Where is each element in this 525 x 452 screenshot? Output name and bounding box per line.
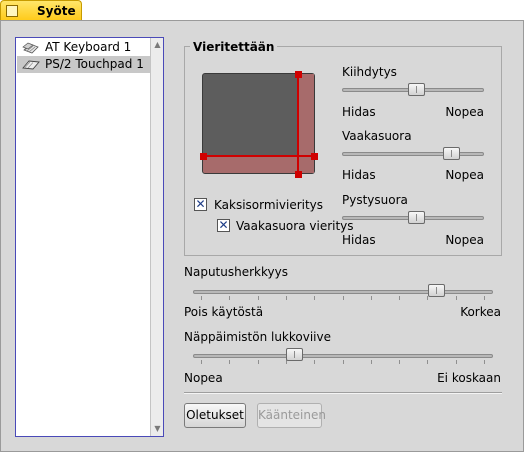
slider-thumb[interactable] [286, 348, 303, 361]
horizontal-speed-max-label: Nopea [445, 168, 484, 182]
acceleration-label: Kiihdytys [342, 65, 397, 79]
device-list-scrollbar[interactable]: ▲ ▼ [150, 38, 163, 436]
slider-thumb[interactable] [428, 284, 445, 297]
slider-tick [201, 296, 202, 300]
slider-tick [229, 296, 230, 300]
separator [184, 392, 502, 394]
reverse-button[interactable]: Käänteinen [257, 403, 326, 428]
slider-tick [484, 296, 485, 300]
edge-handle-right[interactable] [311, 153, 318, 160]
acceleration-slider[interactable] [342, 82, 484, 98]
slider-tick [343, 360, 344, 364]
defaults-button[interactable]: Oletukset [184, 403, 246, 428]
slider-tick [399, 360, 400, 364]
slider-thumb[interactable] [408, 211, 425, 224]
window-menu-icon[interactable] [6, 5, 18, 17]
device-item-touchpad[interactable]: PS/2 Touchpad 1 [17, 56, 151, 73]
horizontal-speed-min-label: Hidas [342, 168, 376, 182]
edge-handle-bottom[interactable] [295, 171, 302, 178]
slider-tick [427, 360, 428, 364]
vertical-speed-label: Pystysuora [342, 193, 408, 207]
horizontal-speed-label: Vaakasuora [342, 129, 412, 143]
slider-thumb[interactable] [443, 147, 460, 160]
slider-tick [201, 360, 202, 364]
vertical-speed-max-label: Nopea [445, 233, 484, 247]
slider-tick [314, 296, 315, 300]
horizontal-scroll-label: Vaakasuora vieritys [236, 219, 354, 233]
slider-tick [286, 296, 287, 300]
edge-handle-left[interactable] [200, 153, 207, 160]
keyboard-icon [22, 42, 39, 54]
slider-tick [371, 296, 372, 300]
device-list[interactable]: AT Keyboard 1 PS/2 Touchpad 1 [15, 37, 164, 437]
acceleration-max-label: Nopea [445, 105, 484, 119]
horizontal-scroll-edge-line [204, 155, 315, 157]
slider-groove [342, 152, 484, 156]
slider-tick [399, 296, 400, 300]
touchpad-icon [22, 60, 40, 70]
slider-thumb[interactable] [408, 83, 425, 96]
keyboard-lockout-label: Näppäimistön lukkoviive [184, 330, 331, 344]
window-title-tab[interactable]: Syöte [0, 0, 82, 20]
slider-groove [193, 290, 493, 294]
check-icon: ✕ [218, 218, 229, 232]
scrolling-group-title: Vieritettään [190, 40, 278, 54]
keyboard-lockout-max-label: Ei koskaan [437, 371, 501, 385]
edge-handle-top[interactable] [295, 71, 302, 78]
vertical-speed-slider[interactable] [342, 210, 484, 226]
slider-tick [343, 296, 344, 300]
scroll-down-icon[interactable]: ▼ [153, 424, 162, 433]
slider-tick [229, 360, 230, 364]
slider-tick [258, 296, 259, 300]
keyboard-lockout-min-label: Nopea [184, 371, 223, 385]
tap-sensitivity-max-label: Korkea [460, 305, 501, 319]
scroll-up-icon[interactable]: ▲ [153, 40, 162, 49]
slider-tick [371, 360, 372, 364]
check-icon: ✕ [195, 197, 206, 211]
device-label: PS/2 Touchpad 1 [45, 57, 144, 71]
slider-groove [193, 354, 493, 358]
two-finger-scroll-label: Kaksisormivieritys [214, 198, 324, 212]
acceleration-min-label: Hidas [342, 105, 376, 119]
horizontal-speed-slider[interactable] [342, 146, 484, 162]
vertical-speed-min-label: Hidas [342, 233, 376, 247]
tap-sensitivity-slider[interactable] [193, 284, 493, 300]
tap-sensitivity-label: Naputusherkkyys [184, 265, 288, 279]
slider-tick [456, 296, 457, 300]
keyboard-lockout-slider[interactable] [193, 348, 493, 364]
device-label: AT Keyboard 1 [45, 40, 132, 54]
two-finger-scroll-checkbox[interactable]: ✕ [194, 198, 207, 211]
slider-tick [258, 360, 259, 364]
tap-sensitivity-min-label: Pois käytöstä [184, 305, 264, 319]
slider-tick [456, 360, 457, 364]
slider-tick [314, 360, 315, 364]
window-title: Syöte [37, 4, 76, 18]
device-item-keyboard[interactable]: AT Keyboard 1 [17, 39, 151, 56]
slider-tick [484, 360, 485, 364]
horizontal-scroll-checkbox[interactable]: ✕ [217, 219, 230, 232]
vertical-scroll-edge-line [297, 74, 299, 175]
